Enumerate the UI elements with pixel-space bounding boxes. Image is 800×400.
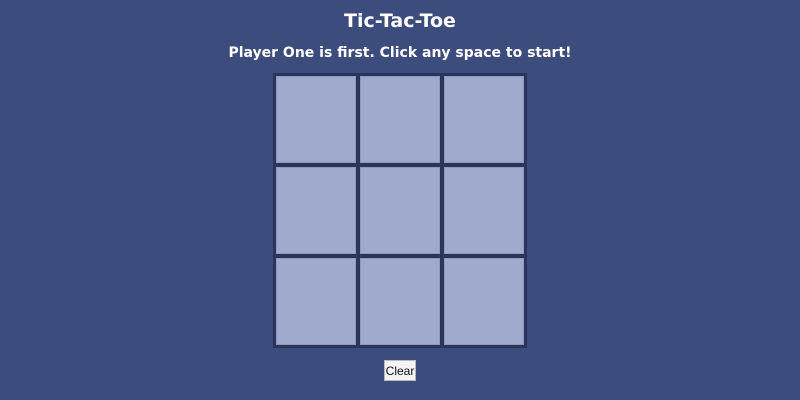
board-cell-7[interactable] bbox=[276, 258, 356, 345]
clear-button[interactable]: Clear bbox=[384, 360, 416, 381]
board-cell-6[interactable] bbox=[444, 167, 524, 254]
board-cell-5[interactable] bbox=[360, 167, 440, 254]
board-cell-8[interactable] bbox=[360, 258, 440, 345]
game-board bbox=[273, 73, 527, 348]
board-cell-4[interactable] bbox=[276, 167, 356, 254]
board-cell-2[interactable] bbox=[360, 76, 440, 163]
board-cell-3[interactable] bbox=[444, 76, 524, 163]
board-cell-1[interactable] bbox=[276, 76, 356, 163]
board-cell-9[interactable] bbox=[444, 258, 524, 345]
game-title: Tic-Tac-Toe bbox=[344, 10, 456, 32]
game-status: Player One is first. Click any space to … bbox=[228, 45, 572, 61]
